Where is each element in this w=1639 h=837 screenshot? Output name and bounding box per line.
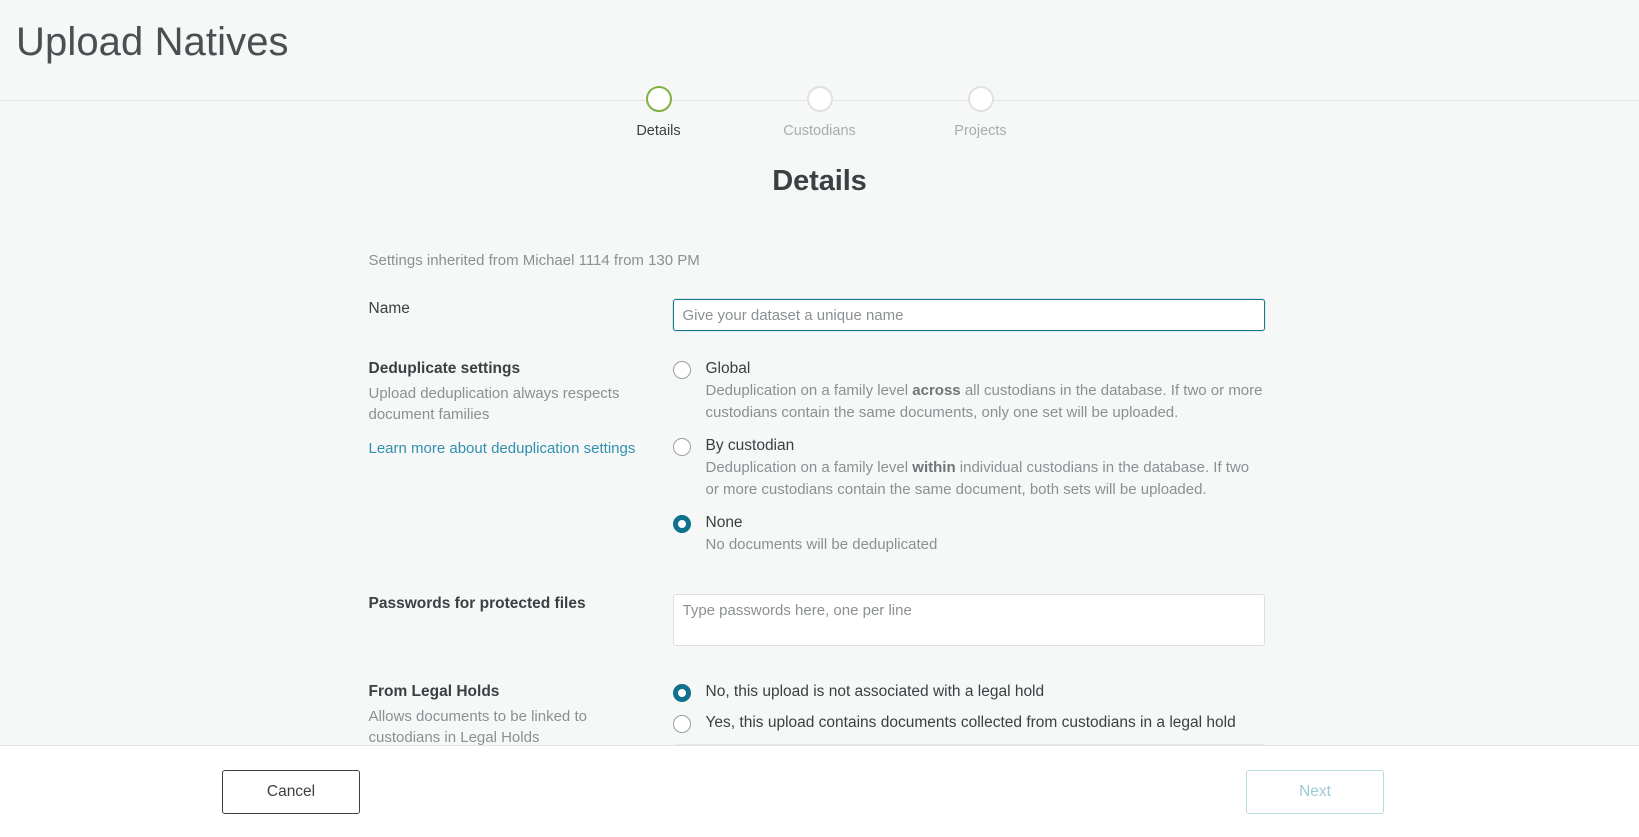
- name-label-cell: Name: [369, 299, 673, 318]
- radio-description: Deduplication on a family level within i…: [706, 457, 1266, 500]
- passwords-textarea[interactable]: [672, 593, 1265, 646]
- stepper-step-label: Details: [636, 123, 681, 139]
- legal-holds-label-cell: From Legal Holds Allows documents to be …: [369, 682, 673, 745]
- form-scroll-area[interactable]: Details Settings inherited from Michael …: [0, 156, 1639, 745]
- radio-circle-selected-icon: [672, 683, 691, 702]
- details-form: Settings inherited from Michael 1114 fro…: [355, 252, 1285, 745]
- name-input[interactable]: [672, 299, 1265, 331]
- deduplicate-label: Deduplicate settings: [368, 360, 521, 377]
- step-circle-icon: [806, 86, 833, 112]
- radio-label: By custodian: [705, 437, 795, 455]
- radio-none[interactable]: None: [672, 513, 1285, 534]
- deduplicate-help-text: Upload deduplication always respects doc…: [368, 385, 620, 424]
- radio-description: No documents will be deduplicated: [705, 536, 938, 554]
- next-button[interactable]: Next: [1246, 769, 1384, 814]
- radio-circle-icon: [672, 714, 691, 733]
- radio-description: Deduplication on a family level across a…: [706, 380, 1266, 423]
- deduplicate-settings-row: Deduplicate settings Upload deduplicatio…: [369, 359, 1285, 558]
- legal-holds-row: From Legal Holds Allows documents to be …: [369, 682, 1285, 745]
- radio-item-by-custodian: By custodian Deduplication on a family l…: [672, 436, 1285, 500]
- radio-circle-selected-icon: [672, 515, 691, 534]
- radio-legal-hold-yes[interactable]: Yes, this upload contains documents coll…: [672, 713, 1285, 733]
- radio-label: Global: [705, 360, 751, 377]
- page-title: Upload Natives: [16, 20, 289, 64]
- stepper-step-projects[interactable]: Projects: [900, 86, 1061, 139]
- wizard-footer: Cancel Next: [0, 745, 1639, 837]
- radio-item-legal-no: No, this upload is not associated with a…: [672, 682, 1285, 702]
- desc-part-before: Deduplication on a family level: [705, 382, 913, 400]
- radio-item-global: Global Deduplication on a family level a…: [672, 359, 1285, 423]
- radio-item-legal-yes: Yes, this upload contains documents coll…: [672, 713, 1285, 733]
- legal-holds-radio-group: No, this upload is not associated with a…: [672, 682, 1285, 745]
- stepper-step-label: Projects: [954, 123, 1007, 139]
- legal-holds-options-cell: No, this upload is not associated with a…: [672, 682, 1285, 745]
- passwords-row: Passwords for protected files: [369, 593, 1285, 646]
- passwords-label-cell: Passwords for protected files: [369, 594, 673, 613]
- radio-item-none: None No documents will be deduplicated: [672, 513, 1285, 556]
- step-circle-icon: [967, 86, 994, 112]
- name-row: Name: [369, 299, 1285, 331]
- page-header: Upload Natives: [0, 0, 1639, 100]
- deduplicate-learn-more-link[interactable]: Learn more about deduplication settings: [369, 439, 636, 460]
- desc-part-bold: within: [912, 459, 956, 477]
- name-field-cell: [672, 299, 1285, 331]
- stepper-step-label: Custodians: [783, 123, 856, 139]
- deduplicate-options-cell: Global Deduplication on a family level a…: [672, 359, 1285, 558]
- radio-label: No, this upload is not associated with a…: [705, 682, 1045, 700]
- radio-circle-icon: [672, 361, 691, 379]
- stepper-steps: Details Custodians Projects: [0, 86, 1639, 139]
- deduplicate-radio-group: Global Deduplication on a family level a…: [672, 359, 1285, 556]
- stepper-step-details[interactable]: Details: [578, 86, 739, 139]
- name-label: Name: [368, 300, 410, 317]
- step-circle-icon: [645, 86, 672, 112]
- legal-holds-label: From Legal Holds: [368, 682, 500, 700]
- radio-label: Yes, this upload contains documents coll…: [705, 713, 1236, 731]
- radio-label: None: [705, 514, 743, 532]
- desc-part-before: Deduplication on a family level: [705, 459, 913, 477]
- radio-by-custodian[interactable]: By custodian: [672, 436, 1285, 457]
- radio-circle-icon: [672, 438, 691, 457]
- deduplicate-label-cell: Deduplicate settings Upload deduplicatio…: [369, 359, 673, 459]
- desc-part-bold: across: [912, 382, 961, 400]
- cancel-button[interactable]: Cancel: [222, 769, 360, 814]
- legal-holds-help-text: Allows documents to be linked to custodi…: [368, 707, 587, 745]
- inherited-settings-note: Settings inherited from Michael 1114 fro…: [368, 252, 700, 269]
- stepper-step-custodians[interactable]: Custodians: [739, 86, 900, 139]
- passwords-label: Passwords for protected files: [368, 594, 586, 612]
- radio-legal-hold-no[interactable]: No, this upload is not associated with a…: [672, 682, 1285, 702]
- radio-global[interactable]: Global: [672, 359, 1285, 379]
- passwords-field-cell: [672, 593, 1285, 646]
- section-title: Details: [772, 165, 867, 197]
